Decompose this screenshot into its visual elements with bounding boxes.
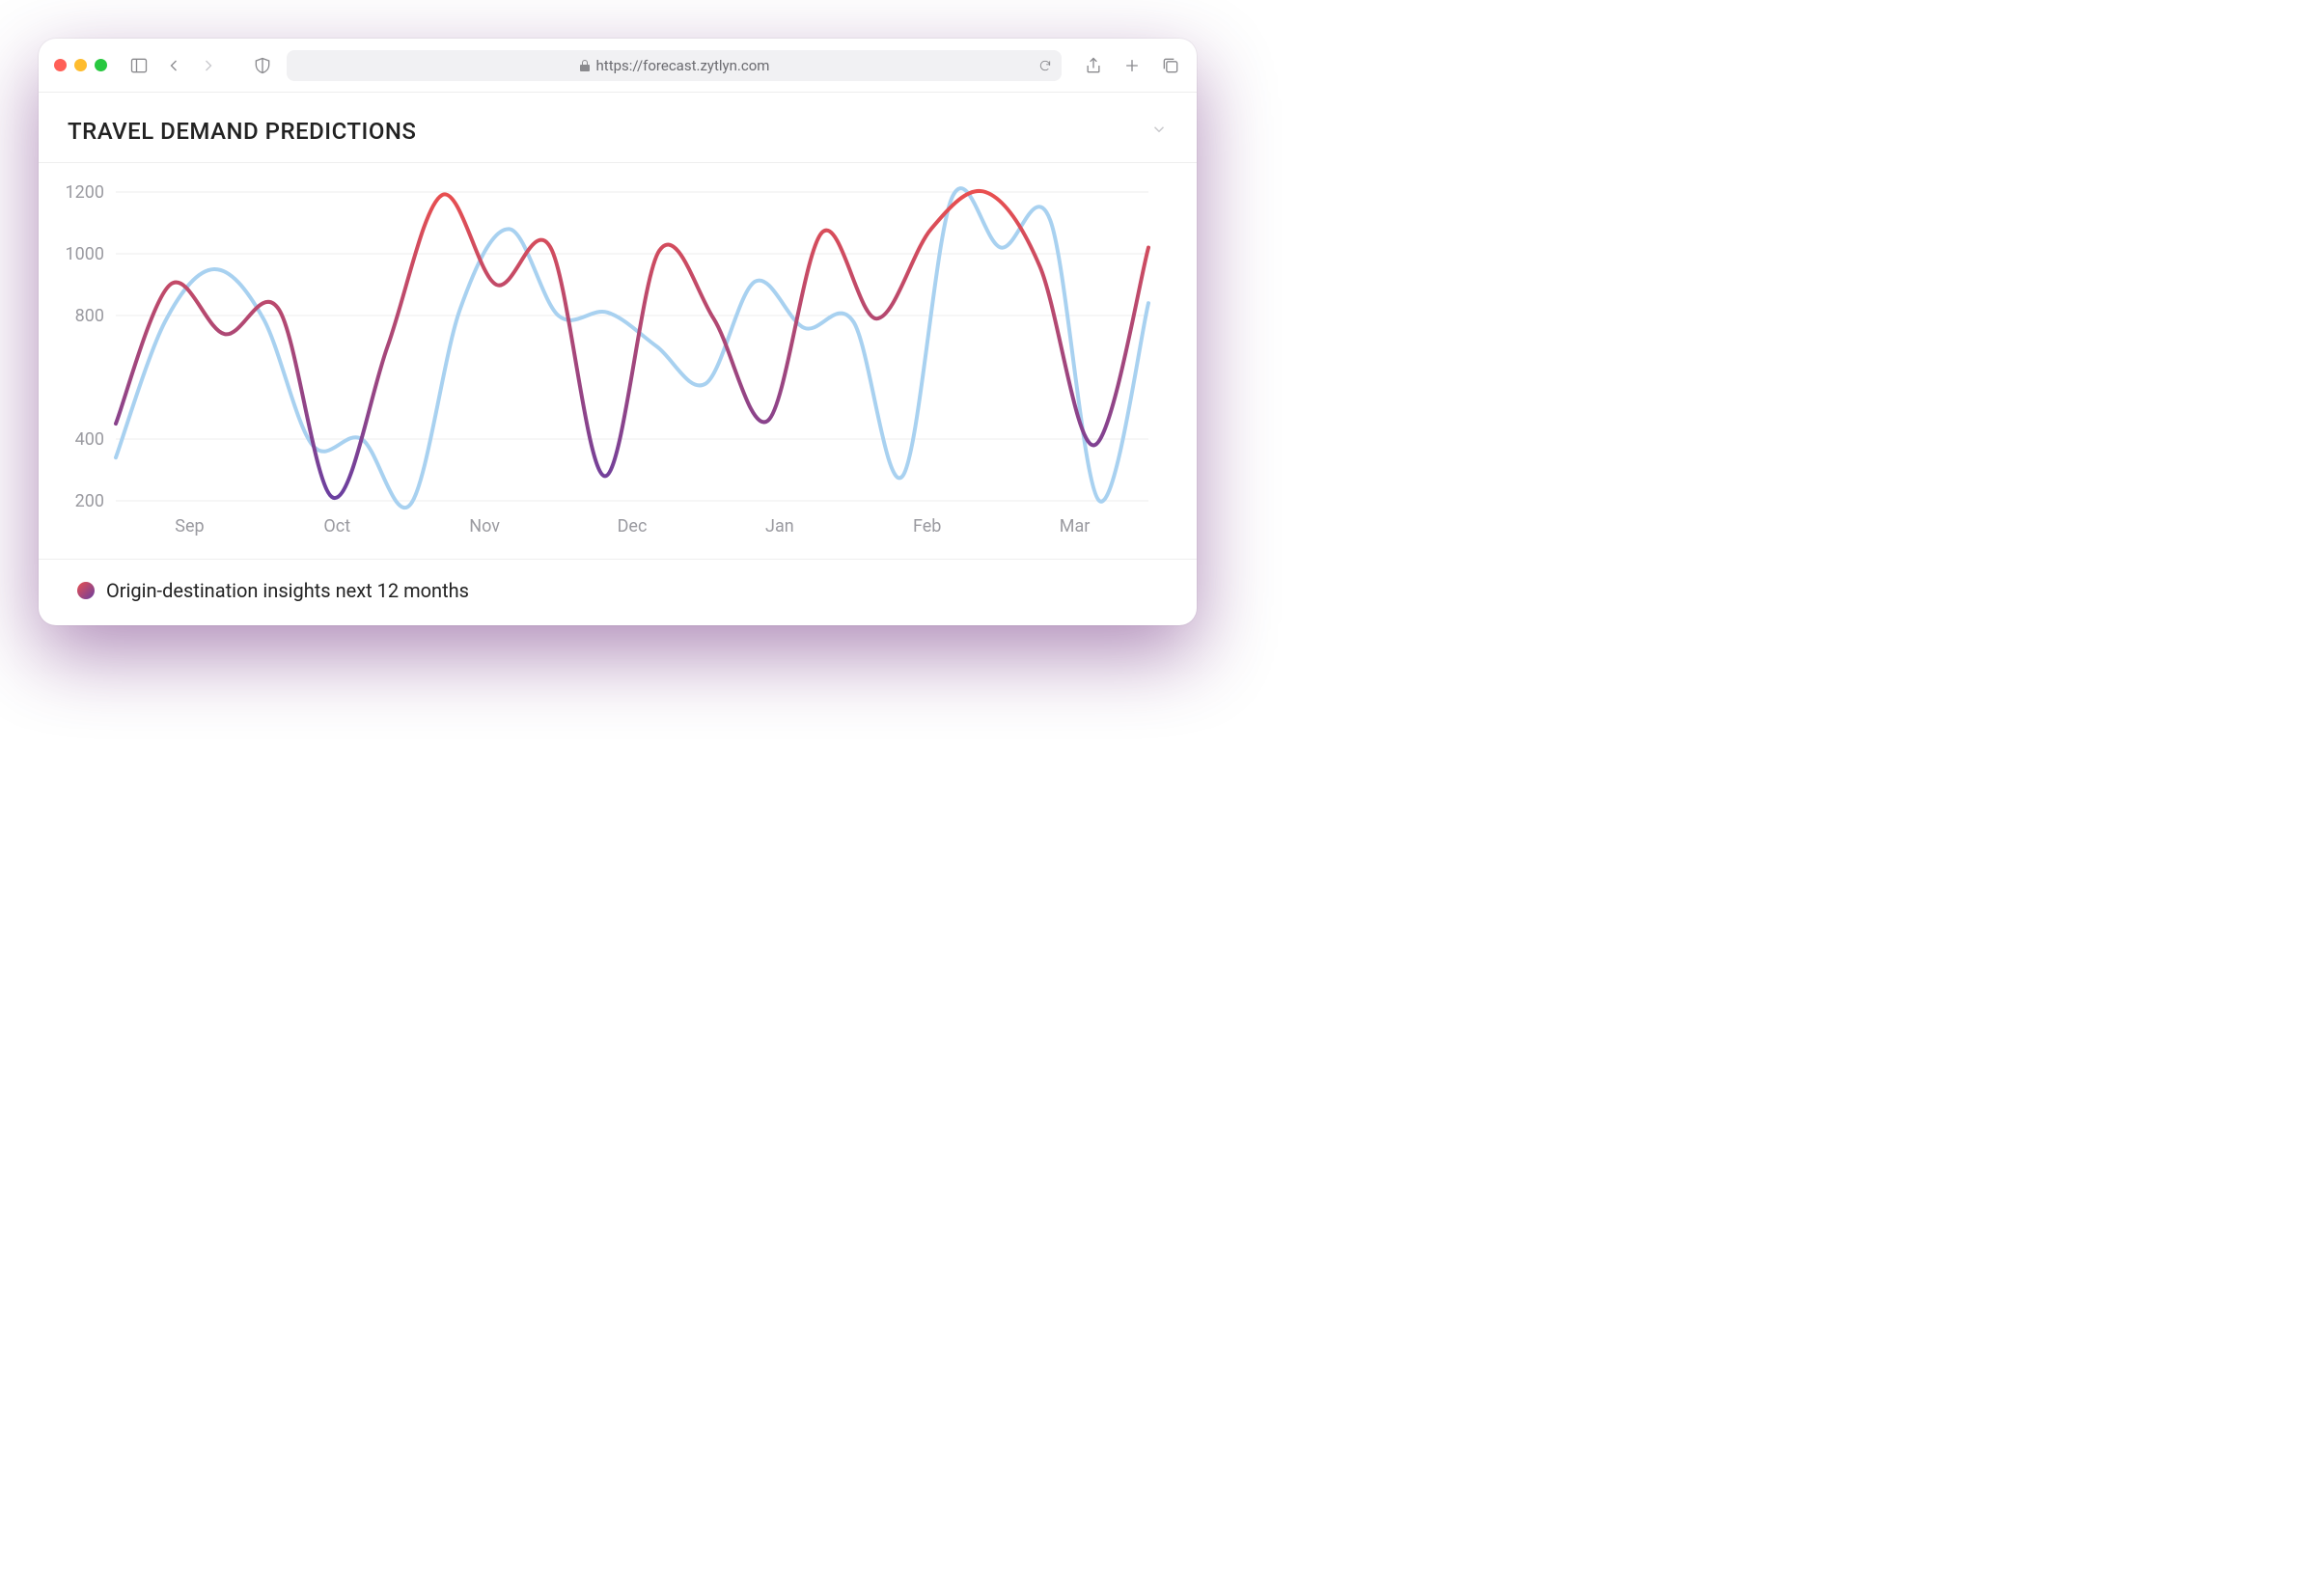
- svg-text:1000: 1000: [66, 244, 104, 264]
- back-button[interactable]: [163, 55, 184, 76]
- reload-icon[interactable]: [1038, 59, 1052, 72]
- traffic-lights: [54, 59, 107, 71]
- legend-swatch: [77, 582, 95, 599]
- browser-toolbar: https://forecast.zytlyn.com: [39, 39, 1197, 93]
- svg-text:Feb: Feb: [913, 516, 941, 537]
- svg-text:1200: 1200: [66, 182, 104, 203]
- svg-text:Nov: Nov: [469, 516, 500, 537]
- page-title: TRAVEL DEMAND PREDICTIONS: [68, 118, 416, 145]
- svg-text:Dec: Dec: [618, 516, 648, 537]
- forward-button[interactable]: [198, 55, 219, 76]
- collapse-icon[interactable]: [1150, 121, 1168, 142]
- svg-text:800: 800: [75, 306, 104, 326]
- new-tab-icon[interactable]: [1121, 55, 1143, 76]
- share-icon[interactable]: [1083, 55, 1104, 76]
- line-chart: 200 400 800 1000 1200 Sep Oct Nov Dec Jan Feb Mar: [48, 182, 1168, 549]
- tabs-overview-icon[interactable]: [1160, 55, 1181, 76]
- svg-text:400: 400: [75, 429, 104, 450]
- chart-area: 200 400 800 1000 1200 Sep Oct Nov Dec Jan Feb Mar: [39, 163, 1197, 559]
- card-header: TRAVEL DEMAND PREDICTIONS: [39, 93, 1197, 163]
- svg-text:Oct: Oct: [323, 516, 350, 537]
- series-baseline: [116, 188, 1148, 508]
- close-window-button[interactable]: [54, 59, 67, 71]
- lock-icon: [579, 59, 591, 72]
- minimize-window-button[interactable]: [74, 59, 87, 71]
- shield-icon[interactable]: [252, 55, 273, 76]
- svg-text:Sep: Sep: [175, 516, 204, 537]
- legend-label: Origin-destination insights next 12 mont…: [106, 579, 469, 602]
- series-forecast: [116, 191, 1148, 498]
- svg-text:200: 200: [75, 491, 104, 511]
- sidebar-toggle-icon[interactable]: [128, 55, 150, 76]
- maximize-window-button[interactable]: [95, 59, 107, 71]
- url-text: https://forecast.zytlyn.com: [596, 57, 770, 74]
- address-bar[interactable]: https://forecast.zytlyn.com: [287, 50, 1062, 81]
- svg-text:Jan: Jan: [765, 516, 794, 537]
- browser-window: https://forecast.zytlyn.com TRAVEL DEMAN…: [39, 39, 1197, 625]
- svg-text:Mar: Mar: [1060, 516, 1091, 537]
- legend: Origin-destination insights next 12 mont…: [39, 559, 1197, 625]
